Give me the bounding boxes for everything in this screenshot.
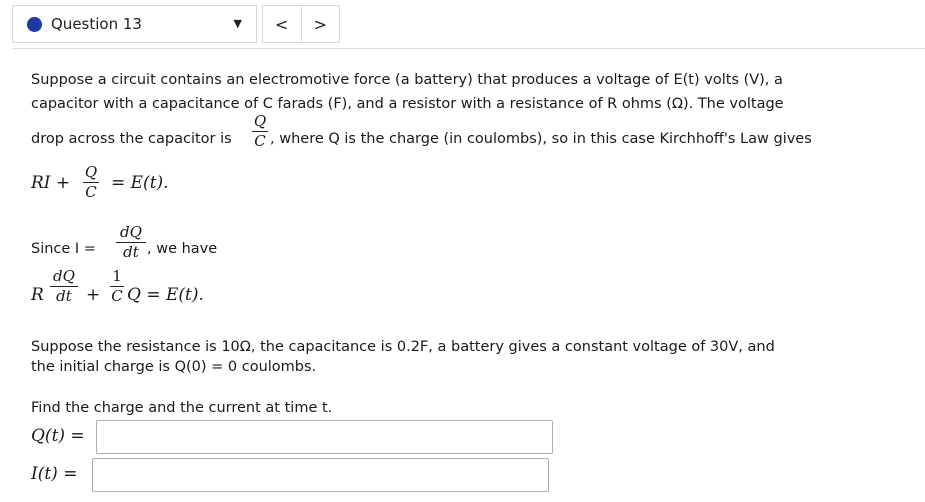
i-answer-label-text: I(t) = [31,464,78,484]
eq2-dq-dt-fraction: dQ dt [50,268,78,305]
question-title: Question 13 [51,15,142,33]
find-instruction: Find the charge and the current at time … [31,400,333,416]
question-selector[interactable]: Question 13 ▼ [12,5,257,43]
dq-numerator: dQ [120,223,142,241]
eq2-dq: dQ [53,267,75,285]
eq2-right: Q = E(t). [127,285,204,305]
dq-dt-fraction: dQ dt [116,224,146,261]
q-answer-label: Q(t) = [31,426,85,446]
dt-denominator: dt [123,243,139,261]
question-nav: < > [262,5,340,43]
eq2-plus: + [86,285,100,305]
eq1-left: RI + [31,173,70,193]
eq1-left-text: RI + [31,173,71,193]
eq2-c: C [111,287,123,305]
eq2-one-over-c-fraction: 1 C [110,268,124,305]
intro-line-3a: drop across the capacitor is [31,131,232,147]
eq2-r-text: R [31,285,44,305]
eq1-right: = E(t). [111,173,169,193]
intro-line-3b: , where Q is the charge (in coulombs), s… [270,131,812,147]
eq2-r: R [31,285,44,305]
fraction-denominator: C [254,132,266,150]
since-text: Since I = [31,241,96,257]
header-divider [12,48,925,49]
chevron-right-icon[interactable]: > [300,6,340,42]
q-over-c-fraction: Q C [252,113,268,150]
eq1-fraction: Q C [83,164,99,201]
i-answer-label: I(t) = [31,464,77,484]
fraction-numerator: Q [253,112,267,130]
eq1-denominator: C [85,183,97,201]
eq2-right-text: Q = E(t). [127,285,204,305]
question-status-dot [27,17,42,32]
eq2-dt: dt [56,287,72,305]
intro-line-1: Suppose a circuit contains an electromot… [31,72,783,88]
q-answer-label-text: Q(t) = [31,426,85,446]
eq1-right-text: = E(t). [111,173,169,193]
chevron-left-icon[interactable]: < [263,6,301,42]
i-answer-field[interactable] [92,458,549,492]
problem-line-2: the initial charge is Q(0) = 0 coulombs. [31,359,317,375]
problem-line-1: Suppose the resistance is 10Ω, the capac… [31,339,775,355]
q-answer-field[interactable] [96,420,553,454]
eq2-plus-text: + [86,285,101,305]
caret-down-icon[interactable]: ▼ [234,17,242,30]
intro-line-2: capacitor with a capacitance of C farads… [31,96,784,112]
eq1-numerator: Q [84,163,98,181]
eq2-one: 1 [112,267,122,285]
we-have-text: , we have [147,241,218,257]
